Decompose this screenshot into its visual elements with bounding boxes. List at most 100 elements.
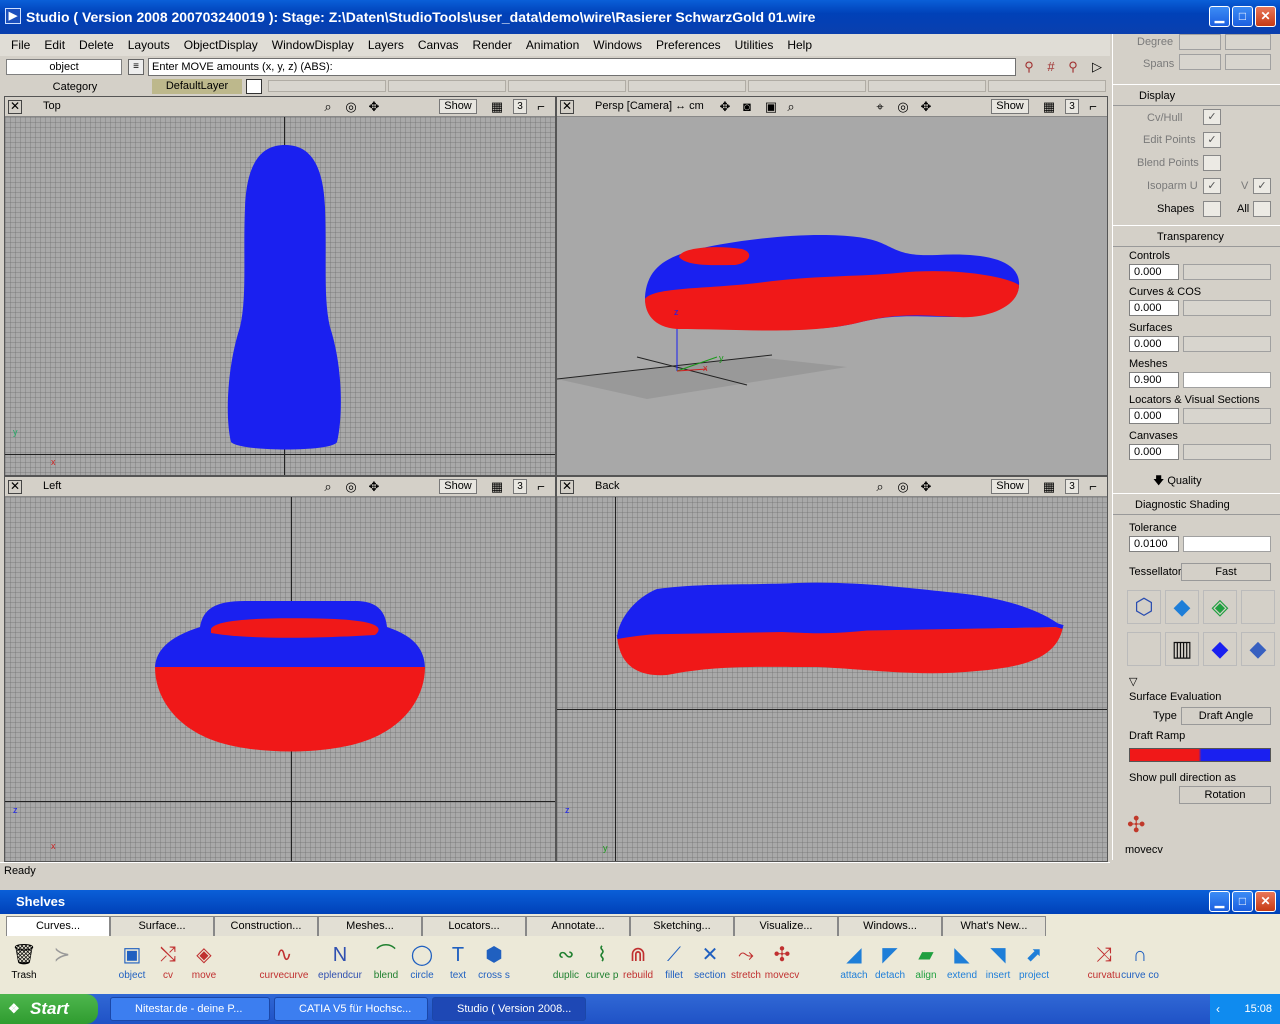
blend-points-checkbox[interactable] [1203, 155, 1221, 171]
movecv-icon[interactable]: ✣ [1127, 812, 1167, 842]
tessellator-dropdown[interactable]: Fast [1181, 563, 1271, 581]
start-button[interactable]: ❖ Start [0, 994, 98, 1024]
grid-icon[interactable]: ▦ [489, 99, 505, 115]
menu-edit[interactable]: Edit [37, 38, 72, 52]
shelf-tool-curve-continuity[interactable]: ∩ curve co [1120, 940, 1160, 990]
pan-icon[interactable]: ✥ [366, 479, 382, 495]
grid-icon[interactable]: ▦ [1041, 479, 1057, 495]
show-button[interactable]: Show [991, 99, 1029, 114]
shelves-close-button[interactable]: ✕ [1255, 891, 1276, 912]
tumble-icon[interactable]: ◎ [343, 479, 359, 495]
shelf-tool-circle[interactable]: ◯ circle [402, 940, 442, 990]
maximize-viewport-icon[interactable]: ⌐ [1085, 479, 1101, 495]
shade-iso-icon[interactable]: ◆ [1241, 632, 1275, 666]
shelf-tool-cv[interactable]: ⤭ cv [148, 940, 188, 990]
type-dropdown[interactable]: Draft Angle [1181, 707, 1271, 725]
cvhull-checkbox[interactable]: ✓ [1203, 109, 1221, 125]
menu-file[interactable]: File [4, 38, 37, 52]
snapshot-icon[interactable]: ▣ [763, 99, 779, 115]
tab-sketching[interactable]: Sketching... [630, 916, 734, 936]
transparency-value-field[interactable]: 0.000 [1129, 336, 1179, 352]
viewport-close-icon[interactable]: ✕ [560, 100, 574, 114]
camera-move-icon[interactable]: ✥ [717, 99, 733, 115]
shelf-tool-curvature[interactable]: ⤨ curvatu [1084, 940, 1124, 990]
default-layer[interactable]: DefaultLayer [152, 79, 242, 94]
viewport-back[interactable]: ✕ Back ⌕ ◎ ✥ Show ▦ 3 ⌐ z y [556, 476, 1108, 862]
tab-annotate[interactable]: Annotate... [526, 916, 630, 936]
shade-shaded-icon[interactable]: ◆ [1165, 590, 1199, 624]
show-button[interactable]: Show [439, 479, 477, 494]
shelf-tool-curvecurve[interactable]: ∿ curvecurve [256, 940, 312, 990]
tab-construction[interactable]: Construction... [214, 916, 318, 936]
tumble-icon[interactable]: ◎ [895, 479, 911, 495]
category-label[interactable]: Category [4, 79, 146, 95]
menu-objectdisplay[interactable]: ObjectDisplay [177, 38, 265, 52]
isoparm-v-checkbox[interactable]: ✓ [1253, 178, 1271, 194]
prompt-history-icon[interactable]: ≡ [128, 59, 144, 75]
shelves-minimize-button[interactable]: ▁ [1209, 891, 1230, 912]
tab-meshes[interactable]: Meshes... [318, 916, 422, 936]
play-icon[interactable]: ▷ [1088, 58, 1106, 76]
shade-multicolor-icon[interactable]: ⬡ [1127, 590, 1161, 624]
pan-icon[interactable]: ✥ [918, 479, 934, 495]
transparency-value-field[interactable]: 0.000 [1129, 444, 1179, 460]
spans-field[interactable] [1225, 54, 1271, 70]
shapes-checkbox[interactable] [1203, 201, 1221, 217]
viewport-canvas[interactable]: z x [5, 497, 555, 861]
tab-visualize[interactable]: Visualize... [734, 916, 838, 936]
viewport-close-icon[interactable]: ✕ [560, 480, 574, 494]
shade-empty-slot[interactable] [1127, 632, 1161, 666]
shade-zebra-icon[interactable]: ▥ [1165, 632, 1199, 666]
viewport-canvas[interactable]: y x [5, 117, 555, 475]
shelf-tool-section[interactable]: ✕ section [690, 940, 730, 990]
collapse-icon[interactable]: ▽ [1129, 675, 1137, 688]
zoom-icon[interactable]: ⌕ [320, 479, 336, 495]
pick-mode-field[interactable]: object [6, 59, 122, 75]
maximize-viewport-icon[interactable]: ⌐ [533, 479, 549, 495]
viewport-close-icon[interactable]: ✕ [8, 480, 22, 494]
shelf-tool-align[interactable]: ▰ align [906, 940, 946, 990]
shelf-tool-blend[interactable]: ⌒ blend [366, 940, 406, 990]
transparency-value-field[interactable]: 0.000 [1129, 264, 1179, 280]
tab-windows[interactable]: Windows... [838, 916, 942, 936]
shelf-tool-movecv[interactable]: ✣ movecv [762, 940, 802, 990]
shelf-tool-fillet[interactable]: ⟋ fillet [654, 940, 694, 990]
camera-icon[interactable]: ◙ [739, 99, 755, 115]
maximize-viewport-icon[interactable]: ⌐ [533, 99, 549, 115]
transparency-slider[interactable] [1183, 264, 1271, 280]
viewport-top[interactable]: ✕ Top ⌕ ◎ ✥ Show ▦ 3 ⌐ y x [4, 96, 556, 476]
shelf-tool-move[interactable]: ◈ move [184, 940, 224, 990]
tumble-icon[interactable]: ◎ [895, 99, 911, 115]
menu-help[interactable]: Help [780, 38, 819, 52]
taskbar-item-studio[interactable]: Studio ( Version 2008... [432, 997, 586, 1021]
transparency-slider[interactable] [1183, 336, 1271, 352]
isoparm-u-checkbox[interactable]: ✓ [1203, 178, 1221, 194]
pull-direction-dropdown[interactable]: Rotation [1179, 786, 1271, 804]
show-button[interactable]: Show [439, 99, 477, 114]
pan-icon[interactable]: ✥ [366, 99, 382, 115]
display-quality-button[interactable]: 3 [513, 99, 527, 114]
viewport-close-icon[interactable]: ✕ [8, 100, 22, 114]
magnet-icon[interactable]: ⚲ [1020, 58, 1038, 76]
show-button[interactable]: Show [991, 479, 1029, 494]
menu-canvas[interactable]: Canvas [411, 38, 466, 52]
transparency-slider[interactable] [1183, 408, 1271, 424]
viewport-canvas[interactable]: z y x [557, 117, 1107, 475]
draft-ramp-bar[interactable] [1129, 748, 1271, 762]
taskbar-item-catia[interactable]: CATIA V5 für Hochsc... [274, 997, 428, 1021]
display-section-header[interactable]: Display [1113, 84, 1280, 106]
menu-animation[interactable]: Animation [519, 38, 586, 52]
menu-windows[interactable]: Windows [586, 38, 649, 52]
display-quality-button[interactable]: 3 [513, 479, 527, 494]
menu-layers[interactable]: Layers [361, 38, 411, 52]
transparency-slider[interactable] [1183, 300, 1271, 316]
taskbar-item-browser[interactable]: Nitestar.de - deine P... [110, 997, 270, 1021]
shade-curvature-icon[interactable]: ◈ [1203, 590, 1237, 624]
grid-snap-icon[interactable]: # [1042, 58, 1060, 76]
tray-arrow-icon[interactable]: ‹ [1216, 994, 1220, 1024]
viewport-canvas[interactable]: z y [557, 497, 1107, 861]
menu-delete[interactable]: Delete [72, 38, 121, 52]
tolerance-field[interactable]: 0.0100 [1129, 536, 1179, 552]
zoom-icon[interactable]: ⌕ [320, 99, 336, 115]
shelf-tool-curve-planar[interactable]: ⌇ curve p [582, 940, 622, 990]
